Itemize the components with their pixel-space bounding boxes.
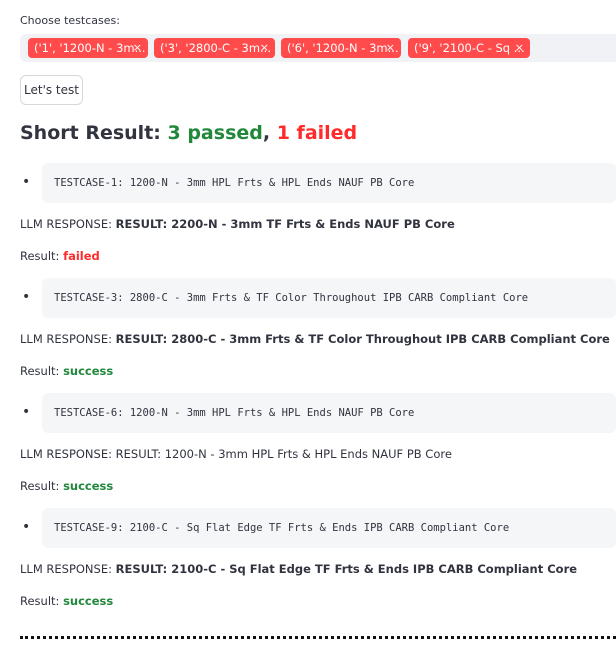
bullet-icon: • [22,404,31,420]
result-label: Result: [20,479,64,493]
lets-test-button[interactable]: Let's test [20,75,83,105]
result-status: success [63,364,114,378]
failed-count: 1 failed [276,122,358,144]
bullet-icon: • [22,174,31,190]
chip-remove-icon[interactable]: × [386,38,395,58]
testcase-select-label: Choose testcases: [20,14,120,27]
result-line: Result: failed [20,249,100,263]
selected-chip-6[interactable]: ('6', '1200-N - 3m... × [281,38,401,58]
llm-response-line: LLM RESPONSE: RESULT: 2100-C - Sq Flat E… [20,562,577,576]
bullet-icon: • [22,289,31,305]
short-result-heading: Short Result: 3 passed, 1 failed [20,122,357,144]
result-label: Result: [20,364,64,378]
section-divider [20,636,616,639]
result-label: Result: [20,594,64,608]
result-status: failed [63,249,100,263]
llm-response-label: LLM RESPONSE: [20,447,116,461]
testcase-multiselect[interactable]: ('1', '1200-N - 3m... × ('3', '2800-C - … [20,34,616,62]
chip-remove-icon[interactable]: × [260,38,269,58]
chip-remove-icon[interactable]: × [133,38,142,58]
testcase-code-block: TESTCASE-9: 2100-C - Sq Flat Edge TF Frt… [42,508,616,548]
llm-response-text: RESULT: 2800-C - 3mm Frts & TF Color Thr… [115,332,610,346]
llm-response-line: LLM RESPONSE: RESULT: 2800-C - 3mm Frts … [20,332,610,346]
selected-chip-3[interactable]: ('3', '2800-C - 3m... × [154,38,275,58]
chip-remove-icon[interactable]: × [515,38,524,58]
result-line: Result: success [20,479,113,493]
chip-label: ('6', '1200-N - 3m... [287,41,399,55]
testcase-code-block: TESTCASE-6: 1200-N - 3mm HPL Frts & HPL … [42,393,616,433]
llm-response-line: LLM RESPONSE: RESULT: 2200-N - 3mm TF Fr… [20,217,455,231]
testcase-code-block: TESTCASE-3: 2800-C - 3mm Frts & TF Color… [42,278,616,318]
result-status: success [63,479,114,493]
llm-response-text: RESULT: 2200-N - 3mm TF Frts & Ends NAUF… [115,217,455,231]
llm-response-label: LLM RESPONSE: [20,562,116,576]
selected-chip-1[interactable]: ('1', '1200-N - 3m... × [28,38,148,58]
chip-label: ('9', '2100-C - Sq ... [414,41,525,55]
llm-response-text: RESULT: 2100-C - Sq Flat Edge TF Frts & … [115,562,578,576]
bullet-icon: • [22,519,31,535]
llm-response-text: RESULT: 1200-N - 3mm HPL Frts & HPL Ends… [115,447,452,461]
passed-count: 3 passed [167,122,263,144]
llm-response-line: LLM RESPONSE: RESULT: 1200-N - 3mm HPL F… [20,447,452,461]
result-label: Result: [20,249,64,263]
summary-prefix: Short Result: [20,122,168,144]
chip-label: ('1', '1200-N - 3m... [34,41,146,55]
result-line: Result: success [20,364,113,378]
chip-label: ('3', '2800-C - 3m... [160,41,271,55]
llm-response-label: LLM RESPONSE: [20,332,116,346]
result-line: Result: success [20,594,113,608]
llm-response-label: LLM RESPONSE: [20,217,116,231]
selected-chip-9[interactable]: ('9', '2100-C - Sq ... × [408,38,530,58]
result-status: success [63,594,114,608]
summary-separator: , [262,122,277,144]
testcase-code-block: TESTCASE-1: 1200-N - 3mm HPL Frts & HPL … [42,163,616,203]
